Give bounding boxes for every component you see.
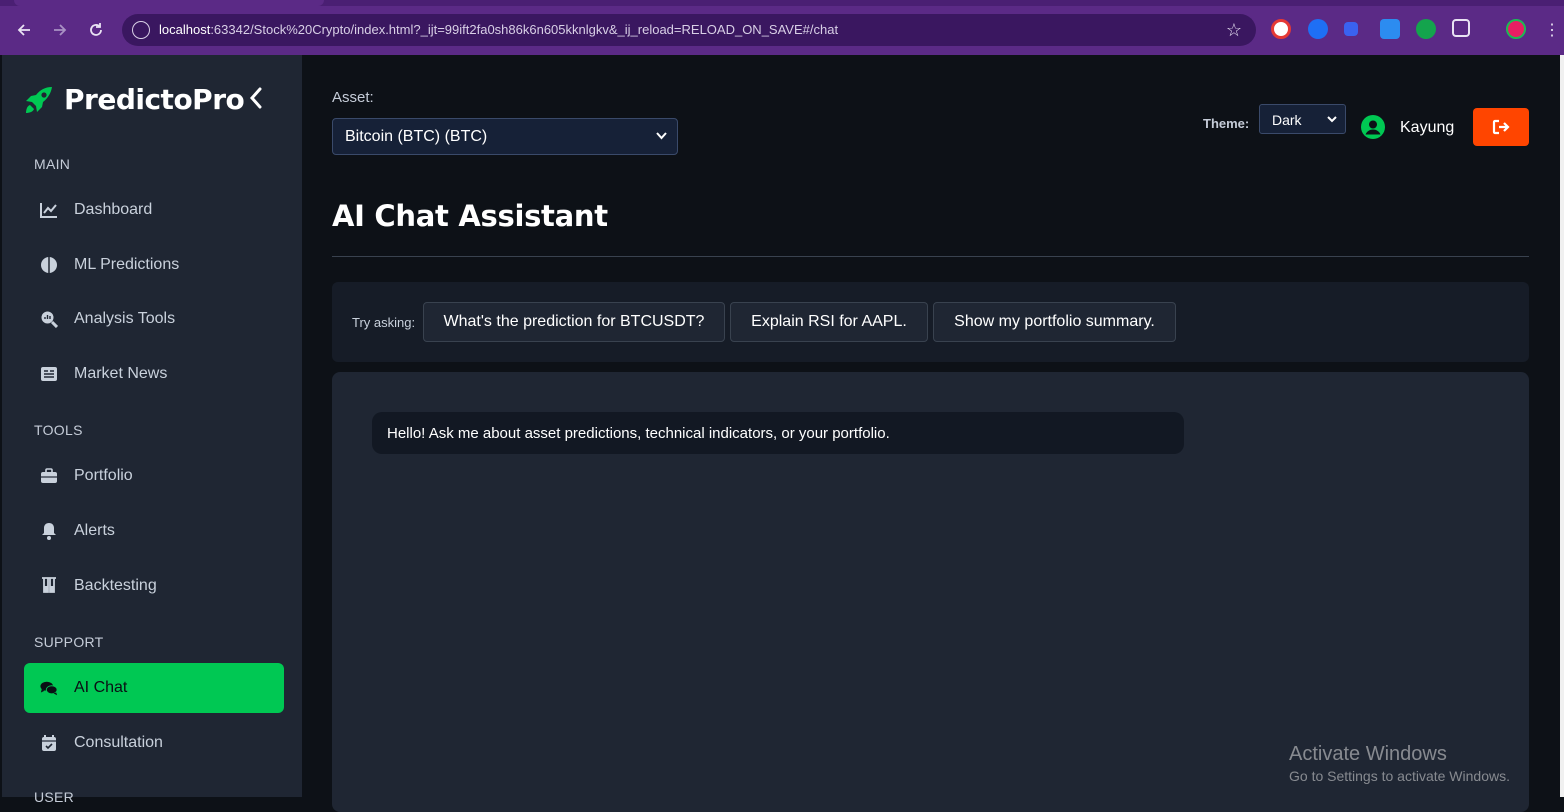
chevron-down-icon [656, 132, 667, 140]
brand-logo[interactable]: PredictoPro [24, 83, 245, 116]
extension-pokeball-icon[interactable] [1271, 19, 1291, 39]
sidebar-item-label: Dashboard [74, 201, 153, 218]
section-label-support: SUPPORT [34, 634, 104, 650]
browser-toolbar: localhost:63342/Stock%20Crypto/index.htm… [0, 0, 1564, 55]
theme-select[interactable]: Dark [1259, 104, 1346, 134]
briefcase-icon [40, 467, 58, 485]
chart-line-icon [40, 201, 58, 219]
url-path: :63342/Stock%20Crypto/index.html?_ijt=99… [210, 22, 839, 37]
suggestion-chip[interactable]: Explain RSI for AAPL. [730, 302, 928, 342]
url-text[interactable]: localhost:63342/Stock%20Crypto/index.htm… [159, 22, 838, 37]
forward-icon[interactable] [48, 18, 72, 42]
section-label-main: MAIN [34, 156, 71, 172]
try-asking-label: Try asking: [352, 315, 416, 330]
sidebar-item-label: Backtesting [74, 577, 157, 594]
brain-icon [40, 256, 58, 274]
bell-icon [40, 522, 58, 540]
sidebar-item-consultation[interactable]: Consultation [24, 719, 284, 767]
logout-button[interactable] [1473, 108, 1529, 146]
sidebar-item-ml-predictions[interactable]: ML Predictions [24, 241, 284, 289]
chevron-down-icon [1327, 116, 1337, 123]
extension-green-icon[interactable] [1416, 19, 1436, 39]
extension-shield-icon[interactable] [1380, 19, 1400, 39]
address-bar[interactable]: localhost:63342/Stock%20Crypto/index.htm… [122, 14, 1256, 46]
newspaper-icon [40, 365, 58, 383]
sidebar-item-label: Consultation [74, 734, 163, 751]
page-title: AI Chat Assistant [332, 199, 608, 233]
extension-at-icon[interactable] [1308, 19, 1328, 39]
search-chart-icon [40, 310, 58, 328]
sidebar-item-label: Analysis Tools [74, 310, 176, 327]
reload-icon[interactable] [84, 18, 108, 42]
title-divider [332, 256, 1529, 257]
asset-label: Asset: [332, 89, 374, 106]
sidebar-item-market-news[interactable]: Market News [24, 350, 284, 398]
section-label-user: USER [34, 789, 75, 805]
user-avatar-icon[interactable] [1361, 115, 1385, 139]
sidebar-item-label: Market News [74, 365, 168, 382]
profile-icon[interactable] [1506, 19, 1526, 39]
comments-icon [40, 679, 58, 697]
asset-select-value: Bitcoin (BTC) (BTC) [345, 128, 488, 145]
rocket-icon [26, 86, 52, 113]
sign-out-icon [1492, 119, 1510, 135]
bookmark-star-icon[interactable]: ☆ [1226, 20, 1242, 41]
sidebar-item-ai-chat[interactable]: AI Chat [24, 663, 284, 713]
sidebar-item-label: Alerts [74, 522, 115, 539]
puzzle-icon[interactable] [1452, 19, 1470, 37]
watermark-subtitle: Go to Settings to activate Windows. [1289, 768, 1510, 784]
sidebar-item-backtesting[interactable]: Backtesting [24, 562, 284, 610]
sidebar-item-portfolio[interactable]: Portfolio [24, 452, 284, 500]
sidebar-item-alerts[interactable]: Alerts [24, 507, 284, 555]
url-host: localhost [159, 22, 211, 37]
flask-icon [40, 577, 58, 595]
windows-activation-watermark: Activate Windows Go to Settings to activ… [1289, 743, 1510, 784]
sidebar-item-label: ML Predictions [74, 256, 180, 273]
collapse-sidebar-icon[interactable] [246, 85, 266, 111]
suggestion-chip[interactable]: What's the prediction for BTCUSDT? [423, 302, 725, 342]
tab-strip [0, 0, 1564, 6]
brand-name: PredictoPro [64, 83, 245, 116]
sidebar-item-dashboard[interactable]: Dashboard [24, 186, 284, 234]
back-icon[interactable] [12, 18, 36, 42]
asset-select[interactable]: Bitcoin (BTC) (BTC) [332, 118, 678, 155]
sidebar-item-analysis-tools[interactable]: Analysis Tools [24, 295, 284, 343]
calendar-check-icon [40, 734, 58, 752]
theme-label: Theme: [1203, 116, 1250, 131]
extension-puzzle-blue-icon[interactable] [1344, 22, 1358, 36]
theme-select-value: Dark [1272, 112, 1302, 128]
user-name[interactable]: Kayung [1400, 119, 1454, 137]
bot-message-bubble: Hello! Ask me about asset predictions, t… [372, 412, 1184, 454]
sidebar-item-label: AI Chat [74, 679, 128, 696]
page-scrollbar[interactable] [1560, 55, 1564, 797]
sidebar-item-label: Portfolio [74, 467, 133, 484]
menu-icon[interactable]: ⋮ [1540, 18, 1564, 42]
active-tab[interactable] [14, 0, 324, 6]
suggestion-chip[interactable]: Show my portfolio summary. [933, 302, 1176, 342]
watermark-title: Activate Windows [1289, 743, 1447, 765]
suggestions-panel: Try asking: What's the prediction for BT… [332, 282, 1529, 362]
main-content: Asset: Bitcoin (BTC) (BTC) Theme: Dark K… [302, 55, 1560, 812]
site-info-icon[interactable] [132, 21, 150, 39]
section-label-tools: TOOLS [34, 422, 83, 438]
bot-message-text: Hello! Ask me about asset predictions, t… [387, 425, 890, 442]
sidebar: PredictoPro MAIN Dashboard ML Prediction… [0, 55, 302, 805]
